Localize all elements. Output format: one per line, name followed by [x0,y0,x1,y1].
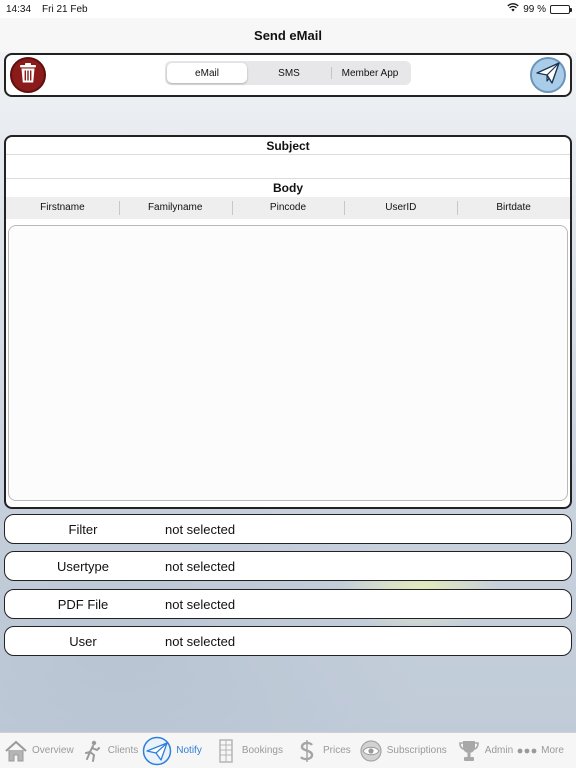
wifi-icon [507,3,519,15]
pdf-file-label: PDF File [57,596,109,612]
filter-label: Filter [68,521,98,537]
tab-clients[interactable]: Clients [80,739,139,763]
tab-notify-label: Notify [176,745,202,756]
status-bar: 14:34 Fri 21 Feb 99 % [0,0,576,18]
paper-plane-icon [142,736,172,766]
tab-bookings-label: Bookings [241,745,283,756]
tab-admin[interactable]: Admin [457,739,513,763]
user-label: User [69,633,97,649]
tab-admin-label: Admin [484,745,514,756]
status-date: Fri 21 Feb [42,3,88,15]
subject-input[interactable] [6,155,570,179]
dollar-icon [295,739,319,763]
segment-member-app[interactable]: Member App [331,63,409,83]
house-icon [4,739,28,763]
body-textarea[interactable] [8,225,568,501]
filter-value: not selected [165,521,236,537]
trash-icon [18,62,38,89]
segment-email[interactable]: eMail [167,63,247,83]
send-button[interactable] [530,57,566,93]
placeholder-familyname[interactable]: Familyname [118,197,232,219]
trophy-icon [457,739,481,763]
battery-icon [550,4,572,14]
usertype-value: not selected [165,558,236,574]
tab-subscriptions[interactable]: Subscriptions [359,739,447,763]
tab-bar: Overview Clients Notify Bookings Prices … [0,732,576,768]
runner-icon [80,739,104,763]
tab-more-label: More [541,745,564,756]
delete-button[interactable] [10,57,46,93]
status-time: 14:34 [6,3,32,15]
usertype-label: Usertype [56,558,110,574]
tab-prices[interactable]: Prices [295,739,351,763]
filter-row[interactable]: Filter not selected [4,514,572,544]
tab-notify[interactable]: Notify [142,736,202,766]
body-heading: Body [273,181,303,195]
status-right: 99 % [507,3,572,15]
battery-percent: 99 % [523,3,546,15]
placeholder-tokens: Firstname Familyname Pincode UserID Birt… [6,197,570,219]
placeholder-birthdate[interactable]: Birtdate [457,197,570,219]
page-title: Send eMail [254,27,322,43]
channel-segmented-control: eMail SMS Member App [165,61,411,85]
pdf-file-row[interactable]: PDF File not selected [4,589,572,619]
tab-overview-label: Overview [32,745,74,756]
tab-bookings[interactable]: Bookings [214,738,283,763]
calendar-grid-icon [214,738,238,763]
more-dots-icon [517,739,537,763]
placeholder-pincode[interactable]: Pincode [231,197,345,219]
segment-sms[interactable]: SMS [247,63,331,83]
placeholder-firstname[interactable]: Firstname [6,197,119,219]
user-value: not selected [165,633,236,649]
tab-prices-label: Prices [322,745,351,756]
navigation-bar: Send eMail [0,18,576,52]
tab-overview[interactable]: Overview [4,739,74,763]
compose-toolbar: eMail SMS Member App [4,53,572,97]
eye-badge-icon [359,739,383,763]
pdf-file-value: not selected [165,596,236,612]
tab-more[interactable]: More [517,739,564,763]
tab-subscriptions-label: Subscriptions [386,745,447,756]
compose-panel: Subject Body Firstname Familyname Pincod… [4,135,572,509]
paper-plane-icon [536,61,560,89]
usertype-row[interactable]: Usertype not selected [4,551,572,581]
subject-heading: Subject [6,137,570,155]
tab-clients-label: Clients [107,745,139,756]
user-row[interactable]: User not selected [4,626,572,656]
placeholder-userid[interactable]: UserID [344,197,457,219]
